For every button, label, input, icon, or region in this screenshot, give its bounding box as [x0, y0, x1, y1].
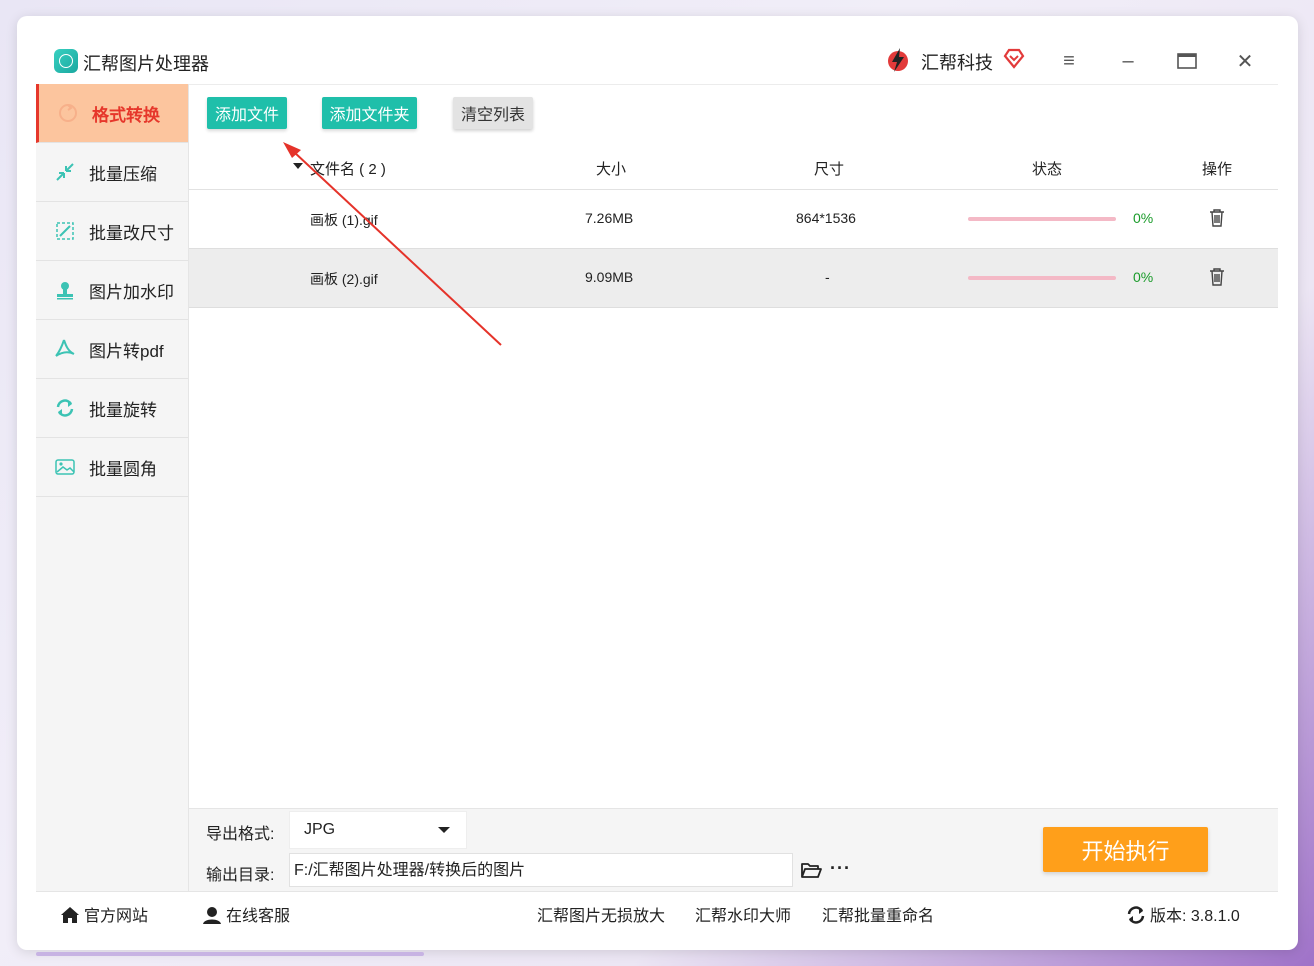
convert-icon	[57, 102, 79, 124]
output-dir-input[interactable]: F:/汇帮图片处理器/转换后的图片	[289, 853, 793, 887]
add-file-button[interactable]: 添加文件	[207, 97, 287, 129]
version-info[interactable]: 版本: 3.8.1.0	[1126, 902, 1240, 926]
user-icon	[203, 907, 221, 924]
file-name: 画板 (2).gif	[310, 271, 378, 287]
footer-link-rename[interactable]: 汇帮批量重命名	[822, 902, 934, 926]
table-row[interactable]: 画板 (2).gif 9.09MB - 0%	[189, 249, 1278, 308]
export-format-select[interactable]: JPG	[289, 811, 467, 849]
sidebar-item-label: 格式转换	[92, 105, 160, 125]
close-icon[interactable]: ✕	[1232, 48, 1258, 74]
sidebar-item-round-corner[interactable]: 批量圆角	[36, 438, 188, 497]
table-header: 文件名 ( 2 ) 大小 尺寸 状态 操作	[189, 144, 1278, 190]
footer-bar: 官方网站 在线客服 汇帮图片无损放大 汇帮水印大师 汇帮批量重命名 版本: 3.…	[36, 891, 1278, 932]
sidebar-item-label: 批量旋转	[89, 400, 157, 420]
pdf-icon	[54, 338, 76, 360]
column-header-status[interactable]: 状态	[1032, 158, 1062, 179]
home-icon	[61, 907, 79, 923]
sidebar-item-compress[interactable]: 批量压缩	[36, 143, 188, 202]
table-row[interactable]: 画板 (1).gif 7.26MB 864*1536 0%	[189, 190, 1278, 249]
start-button[interactable]: 开始执行	[1043, 827, 1208, 872]
add-folder-button[interactable]: 添加文件夹	[322, 97, 417, 129]
progress-percent: 0%	[1133, 210, 1154, 226]
brand-name: 汇帮科技	[921, 53, 993, 73]
progress-bar	[968, 217, 1116, 221]
column-header-actions: 操作	[1202, 161, 1233, 178]
file-dimensions: 864*1536	[796, 210, 856, 226]
footer-link-watermark[interactable]: 汇帮水印大师	[695, 902, 791, 926]
refresh-icon	[1127, 906, 1145, 924]
output-dir-label: 输出目录:	[206, 867, 275, 884]
sidebar-item-watermark[interactable]: 图片加水印	[36, 261, 188, 320]
image-icon	[54, 456, 76, 478]
official-website-link[interactable]: 官方网站	[60, 902, 148, 926]
file-size: 9.09MB	[585, 269, 634, 285]
sort-down-icon[interactable]	[293, 163, 303, 169]
progress-percent: 0%	[1133, 269, 1154, 285]
sidebar-item-format-convert[interactable]: 格式转换	[36, 84, 188, 143]
export-format-label: 导出格式:	[206, 826, 275, 843]
sidebar: 格式转换 批量压缩 批量改尺寸 图片加水印 图片转pdf 批量旋转 批量圆角	[36, 84, 189, 891]
online-support-label: 在线客服	[226, 908, 291, 925]
file-size: 7.26MB	[585, 210, 634, 226]
compress-icon	[54, 161, 76, 183]
footer-link-upscale[interactable]: 汇帮图片无损放大	[537, 902, 665, 926]
column-header-dimensions[interactable]: 尺寸	[814, 158, 844, 179]
title-bar	[36, 36, 1278, 85]
heart-diamond-icon[interactable]	[1003, 47, 1025, 69]
sidebar-item-to-pdf[interactable]: 图片转pdf	[36, 320, 188, 379]
sidebar-item-label: 图片加水印	[89, 282, 174, 302]
sidebar-item-label: 批量圆角	[89, 459, 157, 479]
folder-open-icon[interactable]	[800, 860, 822, 880]
more-options-icon[interactable]: ···	[830, 858, 851, 879]
online-support-link[interactable]: 在线客服	[202, 902, 290, 926]
resize-icon	[54, 220, 76, 242]
app-logo-icon	[54, 49, 78, 73]
sidebar-item-rotate[interactable]: 批量旋转	[36, 379, 188, 438]
trash-icon[interactable]	[1208, 267, 1226, 287]
app-title: 汇帮图片处理器	[83, 54, 209, 74]
horizontal-scrollbar[interactable]	[36, 952, 424, 956]
version-label: 版本: 3.8.1.0	[1150, 908, 1240, 925]
sidebar-item-label: 批量改尺寸	[89, 223, 174, 243]
minimize-icon[interactable]: –	[1115, 48, 1141, 74]
sidebar-item-resize[interactable]: 批量改尺寸	[36, 202, 188, 261]
sidebar-item-label: 批量压缩	[89, 164, 157, 184]
brand-logo-icon	[888, 48, 908, 72]
clear-list-button[interactable]: 清空列表	[453, 97, 533, 129]
sidebar-item-label: 图片转pdf	[89, 341, 164, 361]
maximize-icon[interactable]	[1174, 48, 1200, 74]
trash-icon[interactable]	[1208, 208, 1226, 228]
export-format-value: JPG	[304, 821, 336, 838]
chevron-down-icon	[438, 827, 450, 833]
column-header-size[interactable]: 大小	[596, 158, 626, 179]
menu-icon[interactable]: ≡	[1056, 48, 1082, 74]
stamp-icon	[54, 279, 76, 301]
file-name: 画板 (1).gif	[310, 212, 378, 228]
rotate-icon	[54, 397, 76, 419]
file-dimensions: -	[825, 269, 830, 285]
column-header-name[interactable]: 文件名 ( 2 )	[310, 158, 386, 179]
official-website-label: 官方网站	[84, 908, 149, 925]
progress-bar	[968, 276, 1116, 280]
